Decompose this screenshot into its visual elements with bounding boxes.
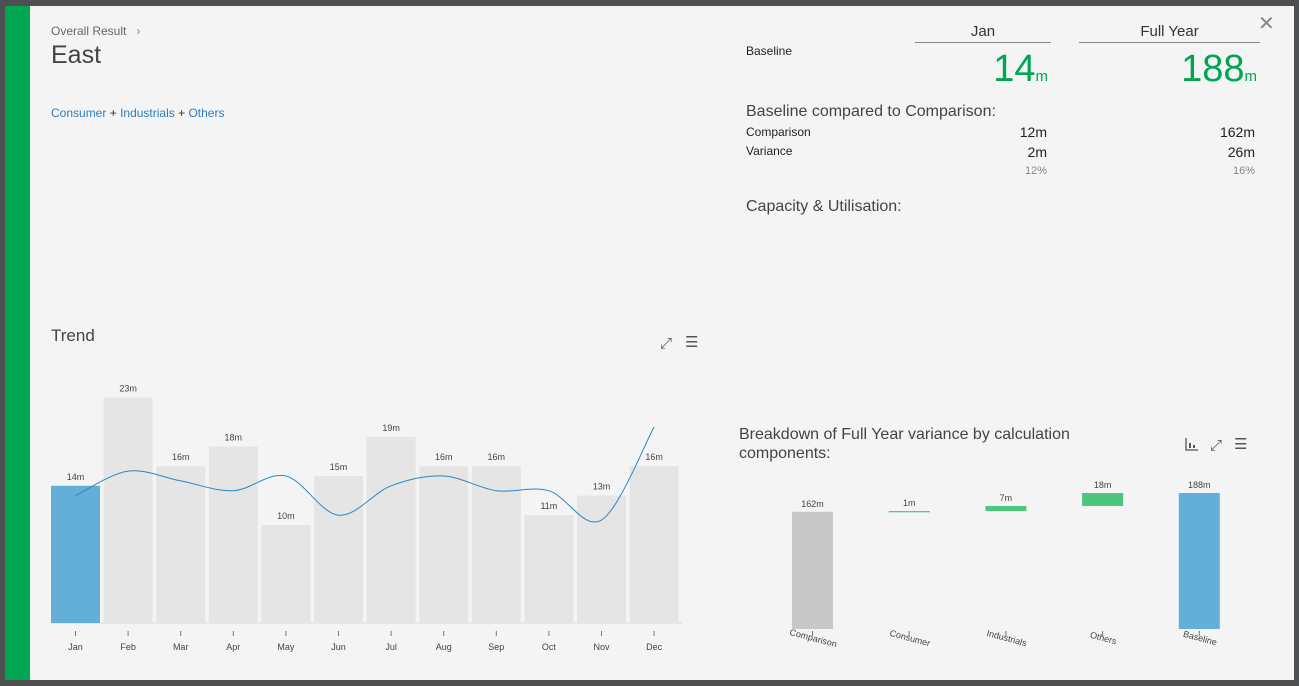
trend-chart: 14m Jan 23m Feb 16m Mar 18m Apr 10m May 15m Jun 19m J… <box>51 384 683 652</box>
breakdown-bar-label: 1m <box>903 498 916 508</box>
trend-bar-label: 14m <box>67 472 85 482</box>
trend-bar-label: 15m <box>330 462 348 472</box>
x-tick-label: Aug <box>436 642 452 652</box>
x-tick-label: Comparison <box>789 627 838 649</box>
filter-summary: Consumer + Industrials + Others <box>51 106 224 120</box>
breakdown-bar <box>888 511 930 513</box>
breakdown-bar <box>985 506 1027 512</box>
trend-bar <box>577 495 626 623</box>
baseline-jan-value: 14m <box>905 50 1048 96</box>
x-tick-label: Jun <box>331 642 346 652</box>
chart-type-icon[interactable] <box>1185 437 1199 454</box>
variance-fy-value: 26m <box>1227 144 1255 160</box>
trend-bar <box>629 466 679 623</box>
breadcrumb[interactable]: Overall Result › <box>51 24 140 38</box>
trend-bar-label: 10m <box>277 511 295 521</box>
trend-title: Trend <box>51 326 95 345</box>
trend-bar <box>261 525 311 623</box>
baseline-fy-value: 188m <box>1085 50 1257 96</box>
x-tick-label: Feb <box>120 642 136 652</box>
variance-jan-value: 2m <box>1027 144 1047 160</box>
compare-section-title: Baseline compared to Comparison: <box>746 103 996 120</box>
breakdown-bar-label: 18m <box>1094 480 1112 490</box>
filter-link-others[interactable]: Others <box>188 106 224 120</box>
trend-bar <box>366 436 416 623</box>
accent-bar <box>5 6 30 680</box>
column-header-jan: Jan <box>915 23 1051 43</box>
x-tick-label: Sep <box>488 642 504 652</box>
breakdown-bar-label: 162m <box>801 499 824 509</box>
baseline-fy-number: 188 <box>1181 48 1245 90</box>
x-tick-label: Jan <box>68 642 83 652</box>
x-tick-label: May <box>277 642 295 652</box>
comparison-label: Comparison <box>746 125 811 139</box>
variance-fy-percent: 16% <box>1232 165 1255 177</box>
filter-separator: + <box>109 106 117 120</box>
unit-label: m <box>1244 68 1258 85</box>
trend-bar-label: 23m <box>119 384 137 394</box>
capacity-section-title: Capacity & Utilisation: <box>746 198 902 215</box>
trend-bar <box>51 485 100 623</box>
baseline-jan-number: 14 <box>993 48 1036 90</box>
page-title: East <box>51 41 102 69</box>
filter-separator: + <box>178 106 186 120</box>
trend-bar-label: 16m <box>488 452 506 462</box>
trend-bar-label: 13m <box>593 482 611 492</box>
expand-icon[interactable]: ⤢ <box>660 336 672 351</box>
trend-bar-label: 16m <box>435 452 453 462</box>
x-tick-label: Others <box>1089 630 1118 647</box>
menu-icon[interactable]: ☰ <box>1234 437 1247 452</box>
breakdown-bar <box>1178 493 1220 629</box>
x-tick-label: Apr <box>226 642 240 652</box>
x-tick-label: Baseline <box>1182 629 1218 648</box>
trend-bar <box>524 515 574 623</box>
column-header-full-year: Full Year <box>1079 23 1260 43</box>
unit-label: m <box>1035 68 1049 85</box>
detail-modal: ✕ Overall Result › East Consumer + Indust… <box>5 6 1294 680</box>
expand-icon[interactable]: ⤢ <box>1210 438 1222 453</box>
trend-bar-label: 18m <box>225 433 243 443</box>
breakdown-title: Breakdown of Full Year variance by calcu… <box>739 426 1070 462</box>
trend-bar <box>471 466 521 623</box>
x-tick-label: Nov <box>593 642 610 652</box>
breakdown-chart: 162m Comparison 1m Consumer 7m Industrials 18m… <box>789 480 1220 649</box>
trend-bar <box>208 446 258 623</box>
trend-bar-label: 11m <box>540 501 557 511</box>
close-icon[interactable]: ✕ <box>1258 14 1275 34</box>
comparison-fy-value: 162m <box>1219 124 1255 140</box>
breakdown-bar-label: 188m <box>1188 480 1211 490</box>
chevron-right-icon: › <box>136 24 141 38</box>
trend-bar-label: 16m <box>645 452 663 462</box>
trend-bar <box>156 466 206 623</box>
trend-bar <box>103 397 153 623</box>
chart-type-glyph <box>1185 438 1198 451</box>
x-tick-label: Jul <box>385 642 397 652</box>
x-tick-label: Oct <box>542 642 557 652</box>
breakdown-bar-label: 7m <box>1000 493 1013 503</box>
x-tick-label: Dec <box>646 642 663 652</box>
trend-bar <box>419 466 469 623</box>
comparison-jan-value: 12m <box>1019 124 1047 140</box>
breakdown-bar <box>1082 493 1124 507</box>
filter-link-industrials[interactable]: Industrials <box>120 106 175 120</box>
menu-icon[interactable]: ☰ <box>685 335 698 350</box>
breadcrumb-label[interactable]: Overall Result <box>51 24 126 38</box>
x-tick-label: Industrials <box>986 628 1029 648</box>
variance-jan-percent: 12% <box>1024 165 1047 177</box>
filter-link-consumer[interactable]: Consumer <box>51 106 106 120</box>
variance-label: Variance <box>746 144 793 158</box>
trend-bar-label: 16m <box>172 452 190 462</box>
x-tick-label: Mar <box>173 642 189 652</box>
baseline-label: Baseline <box>746 44 793 58</box>
trend-bar-label: 19m <box>382 423 400 433</box>
breakdown-bar <box>792 511 833 629</box>
trend-bar <box>314 476 363 623</box>
x-tick-label: Consumer <box>889 628 932 648</box>
